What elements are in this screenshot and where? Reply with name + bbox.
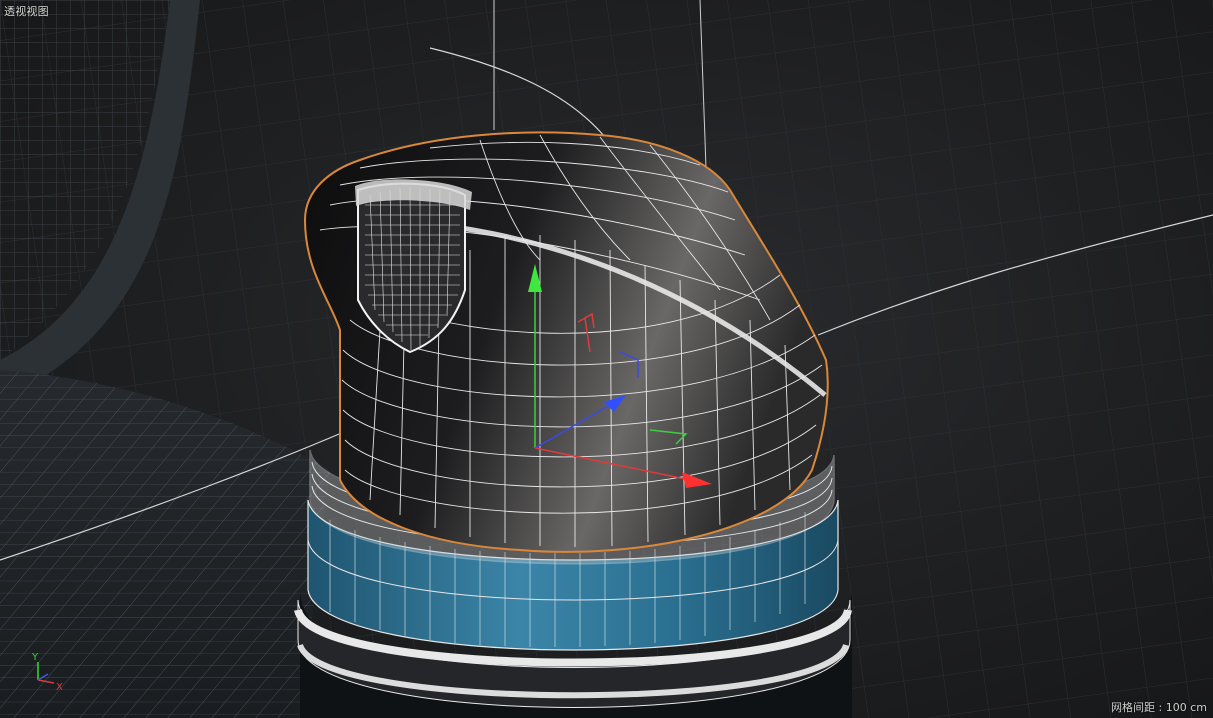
world-axis-widget: Y X: [31, 652, 63, 692]
axis-x-label: X: [56, 682, 63, 692]
perspective-viewport[interactable]: 透视视图 Y X 网格间距 : 100 cm: [0, 0, 1213, 718]
axis-y-label: Y: [31, 652, 39, 663]
axis-x-line: [37, 679, 55, 684]
viewport-title[interactable]: 透视视图: [4, 3, 49, 19]
grid-spacing-readout: 网格间距 : 100 cm: [1111, 701, 1207, 714]
axis-z-line: [37, 673, 49, 681]
scene-render[interactable]: [0, 0, 1213, 718]
